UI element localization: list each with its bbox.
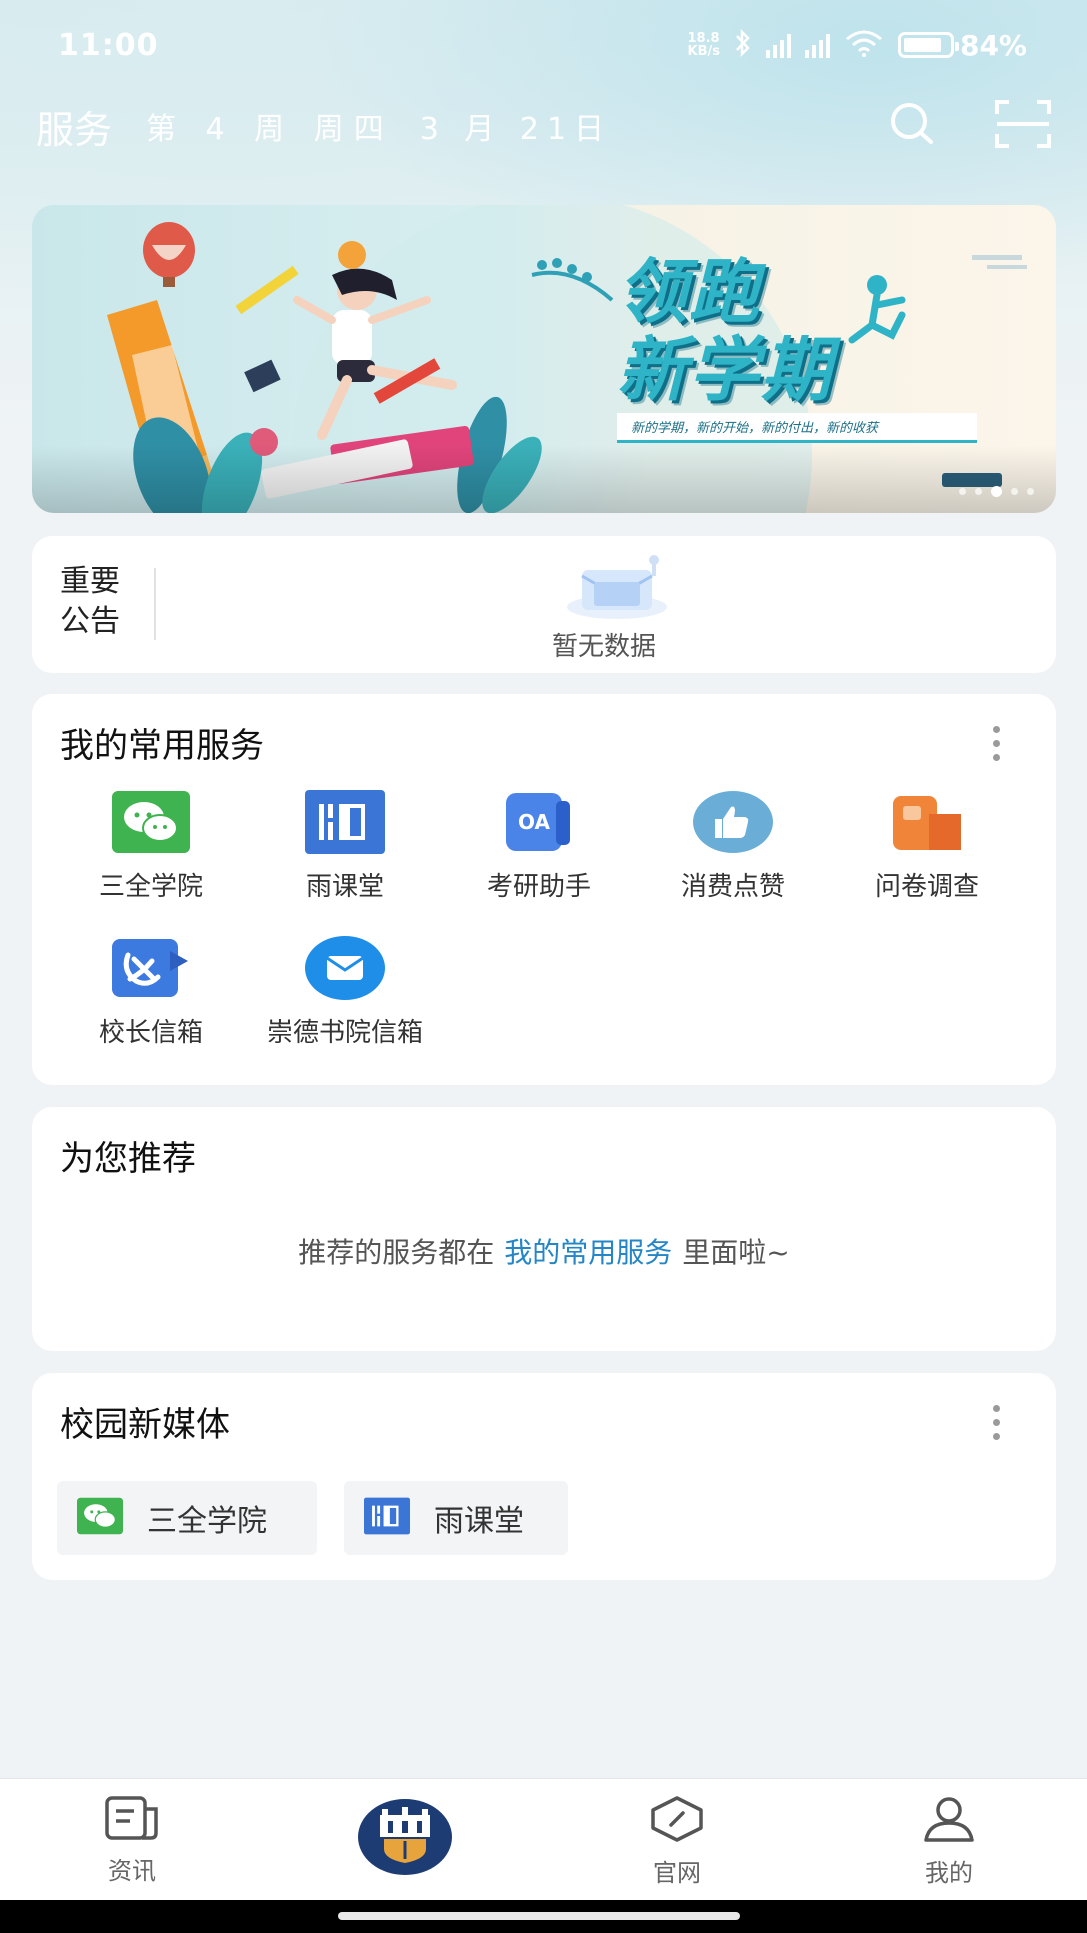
service-item[interactable]: 三全学院 xyxy=(54,790,248,903)
questionnaire-icon xyxy=(887,790,967,854)
banner-title-line1: 领跑 xyxy=(617,251,761,333)
nav-label: 我的 xyxy=(925,1859,973,1887)
battery-indicator: 84% xyxy=(897,28,1027,62)
svg-text:OA: OA xyxy=(518,810,550,834)
service-label: 三全学院 xyxy=(98,872,203,902)
week-label: 第 4 周 周四 xyxy=(146,112,394,147)
service-label: 考研助手 xyxy=(486,872,591,902)
network-speed-unit: KB/s xyxy=(687,44,720,59)
banner-carousel[interactable]: 领跑 新学期 新的学期，新的开始，新的付出，新的收获 xyxy=(32,205,1056,513)
user-icon xyxy=(921,1795,977,1847)
more-options-icon[interactable] xyxy=(993,1405,1000,1440)
carousel-dot[interactable] xyxy=(959,488,966,495)
cell-signal-2-icon xyxy=(804,32,830,58)
media-chip-label: 雨课堂 xyxy=(434,1504,524,1539)
recommend-text-after: 里面啦~ xyxy=(682,1236,790,1269)
bottom-nav: 资讯 官网 我的 xyxy=(0,1778,1087,1900)
news-icon xyxy=(104,1795,160,1845)
carousel-dot[interactable] xyxy=(1011,488,1018,495)
service-label: 崇德书院信箱 xyxy=(266,1018,423,1048)
banner-title-line2: 新学期 xyxy=(617,329,833,411)
nav-label: 资讯 xyxy=(108,1857,156,1885)
common-services-card: 我的常用服务 三全学院 雨课堂 OA 考研助手 消费点赞 问卷调查 校长信箱 崇… xyxy=(32,694,1056,1085)
nav-item-home[interactable] xyxy=(358,1799,452,1875)
notice-label-line2: 公告 xyxy=(60,604,120,639)
school-emblem-icon xyxy=(370,1805,440,1869)
media-chip[interactable]: 三全学院 xyxy=(57,1481,317,1555)
thumbs-up-icon xyxy=(693,790,773,854)
carousel-dot[interactable] xyxy=(991,486,1002,497)
oa-icon: OA xyxy=(499,790,579,854)
carousel-dot[interactable] xyxy=(975,488,982,495)
media-chip-label: 三全学院 xyxy=(147,1504,267,1539)
service-item[interactable]: 雨课堂 xyxy=(248,790,442,903)
battery-percent: 84% xyxy=(959,28,1027,62)
section-title: 为您推荐 xyxy=(60,1139,196,1179)
service-label: 问卷调查 xyxy=(874,872,979,902)
status-indicators: 18.8 KB/s 84% xyxy=(688,29,1028,62)
service-label: 校长信箱 xyxy=(98,1018,203,1048)
recommend-message: 推荐的服务都在 我的常用服务 里面啦~ xyxy=(32,1231,1056,1271)
status-time: 11:00 xyxy=(58,27,159,63)
compass-icon xyxy=(649,1795,705,1847)
battery-icon xyxy=(897,32,959,58)
service-item[interactable]: 校长信箱 xyxy=(54,936,248,1049)
notice-label-line1: 重要 xyxy=(60,564,120,599)
recommend-text-before: 推荐的服务都在 xyxy=(298,1236,495,1269)
campus-media-card: 校园新媒体 三全学院 雨课堂 xyxy=(32,1373,1056,1580)
status-bar: 11:00 18.8 KB/s 84% xyxy=(0,0,1087,90)
notice-label: 重要 公告 xyxy=(60,562,120,642)
divider xyxy=(154,568,156,640)
carousel-dot[interactable] xyxy=(1027,488,1034,495)
page-title: 服务 xyxy=(36,107,113,152)
cell-signal-icon xyxy=(765,32,791,58)
banner-title: 领跑 新学期 xyxy=(617,253,833,409)
banner-subtitle: 新的学期，新的开始，新的付出，新的收获 xyxy=(617,413,977,443)
party-emblem-icon xyxy=(111,936,191,1000)
nav-label: 官网 xyxy=(653,1859,701,1887)
media-chip[interactable]: 雨课堂 xyxy=(344,1481,568,1555)
service-item[interactable]: 消费点赞 xyxy=(636,790,830,903)
service-label: 消费点赞 xyxy=(680,872,785,902)
nav-item-profile[interactable]: 我的 xyxy=(889,1795,1009,1888)
search-icon[interactable] xyxy=(887,100,937,152)
banner-illustration xyxy=(32,205,1056,513)
system-navigation-bar xyxy=(0,1900,1087,1933)
rain-classroom-icon xyxy=(305,790,385,854)
wechat-icon xyxy=(77,1497,123,1539)
recommend-card: 为您推荐 推荐的服务都在 我的常用服务 里面啦~ xyxy=(32,1107,1056,1351)
carousel-indicator xyxy=(959,486,1034,497)
recommend-link[interactable]: 我的常用服务 xyxy=(504,1236,672,1269)
nav-item-website[interactable]: 官网 xyxy=(617,1795,737,1888)
service-item[interactable]: 问卷调查 xyxy=(830,790,1024,903)
wechat-icon xyxy=(111,790,191,854)
service-item[interactable]: 崇德书院信箱 xyxy=(248,936,442,1049)
service-item[interactable]: OA 考研助手 xyxy=(442,790,636,903)
empty-state-text: 暂无数据 xyxy=(552,632,657,662)
section-title: 校园新媒体 xyxy=(60,1405,230,1445)
battery-fill xyxy=(903,38,941,52)
service-label: 雨课堂 xyxy=(305,872,384,902)
network-speed: 18.8 KB/s xyxy=(688,32,720,58)
wifi-icon xyxy=(844,29,884,61)
empty-inbox-icon xyxy=(562,552,672,626)
notice-card: 重要 公告 暂无数据 xyxy=(32,536,1056,673)
more-options-icon[interactable] xyxy=(993,726,1000,761)
date-label: 3 月 21日 xyxy=(419,112,613,147)
page-header: 服务 第 4 周 周四 3 月 21日 xyxy=(36,98,1051,154)
mail-icon xyxy=(305,936,385,1000)
home-indicator[interactable] xyxy=(338,1912,740,1920)
bluetooth-icon xyxy=(734,28,752,61)
section-title: 我的常用服务 xyxy=(60,726,264,766)
rain-classroom-icon xyxy=(364,1497,410,1539)
nav-item-news[interactable]: 资讯 xyxy=(72,1795,192,1886)
scan-icon[interactable] xyxy=(995,100,1051,152)
